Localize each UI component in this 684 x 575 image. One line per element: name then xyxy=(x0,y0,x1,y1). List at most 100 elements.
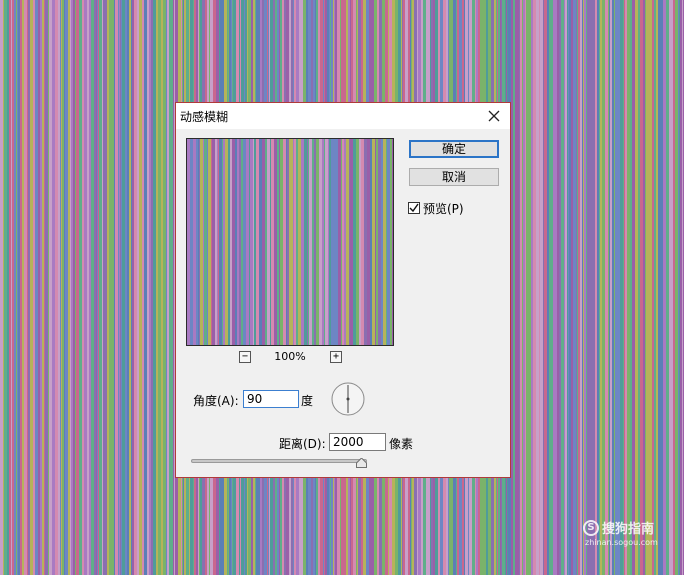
blur-stripe xyxy=(0,0,3,575)
blur-stripe xyxy=(44,0,45,575)
blur-stripe xyxy=(65,0,68,575)
blur-stripe xyxy=(64,0,65,575)
blur-stripe xyxy=(87,0,88,575)
blur-stripe xyxy=(658,0,660,575)
watermark: S 搜狗指南 zhinan.sogou.com xyxy=(583,518,658,547)
blur-stripe xyxy=(383,139,385,345)
zoom-out-button[interactable]: − xyxy=(239,351,251,363)
distance-input[interactable]: 2000 xyxy=(329,433,386,451)
blur-stripe xyxy=(679,0,680,575)
checkbox-box[interactable] xyxy=(408,202,420,214)
zoom-in-button[interactable]: + xyxy=(330,351,342,363)
blur-stripe xyxy=(27,0,28,575)
blur-stripe xyxy=(627,0,630,575)
blur-stripe xyxy=(279,139,280,345)
blur-stripe xyxy=(549,0,550,575)
blur-stripe xyxy=(316,139,319,345)
blur-stripe xyxy=(378,139,381,345)
slider-thumb-icon[interactable] xyxy=(355,458,367,468)
blur-stripe xyxy=(370,139,372,345)
blur-stripe xyxy=(335,139,338,345)
blur-stripe xyxy=(544,0,547,575)
blur-stripe xyxy=(678,0,679,575)
blur-stripe xyxy=(235,139,237,345)
blur-stripe xyxy=(580,0,582,575)
blur-stripe xyxy=(640,0,643,575)
blur-stripe xyxy=(249,139,250,345)
blur-stripe xyxy=(107,0,109,575)
blur-stripe xyxy=(103,0,105,575)
blur-stripe xyxy=(583,0,584,575)
blur-stripe xyxy=(9,0,11,575)
blur-stripe xyxy=(207,139,208,345)
blur-stripe xyxy=(14,0,16,575)
blur-stripe xyxy=(151,0,153,575)
blur-stripe xyxy=(12,0,14,575)
blur-stripe xyxy=(519,0,520,575)
blur-stripe xyxy=(144,0,147,575)
blur-stripe xyxy=(94,0,96,575)
zoom-level: 100% xyxy=(274,350,306,363)
blur-stripe xyxy=(223,139,225,345)
zoom-out-icon: − xyxy=(241,351,249,362)
blur-stripe xyxy=(137,0,139,575)
blur-stripe xyxy=(353,139,356,345)
blur-stripe xyxy=(173,0,174,575)
blur-stripe xyxy=(118,0,119,575)
ok-button[interactable]: 确定 xyxy=(409,140,499,158)
blur-stripe xyxy=(16,0,17,575)
blur-stripe xyxy=(99,0,102,575)
blur-stripe xyxy=(543,0,544,575)
blur-stripe xyxy=(262,139,265,345)
blur-stripe xyxy=(167,0,169,575)
blur-stripe xyxy=(539,0,540,575)
blur-stripe xyxy=(559,0,561,575)
blur-stripe xyxy=(304,139,307,345)
blur-stripe xyxy=(187,139,190,345)
blur-stripe xyxy=(7,0,9,575)
dialog-title: 动感模糊 xyxy=(180,110,229,124)
blur-stripe xyxy=(554,0,557,575)
blur-stripe xyxy=(682,0,683,575)
blur-stripe xyxy=(253,139,254,345)
blur-stripe xyxy=(270,139,271,345)
blur-stripe xyxy=(615,0,618,575)
preview-area[interactable] xyxy=(186,138,394,346)
blur-stripe xyxy=(212,139,215,345)
blur-stripe xyxy=(125,0,127,575)
blur-stripe xyxy=(609,0,610,575)
blur-stripe xyxy=(115,0,118,575)
blur-stripe xyxy=(526,0,528,575)
blur-stripe xyxy=(96,0,97,575)
angle-input[interactable]: 90 xyxy=(243,390,299,408)
blur-stripe xyxy=(97,0,98,575)
blur-stripe xyxy=(533,0,536,575)
blur-stripe xyxy=(381,139,383,345)
blur-stripe xyxy=(338,139,341,345)
blur-stripe xyxy=(161,0,163,575)
blur-stripe xyxy=(256,139,259,345)
close-button[interactable] xyxy=(484,106,504,126)
preview-checkbox[interactable]: 预览(P) xyxy=(408,200,464,216)
blur-stripe xyxy=(40,0,42,575)
blur-stripe xyxy=(198,139,199,345)
angle-dial-icon[interactable] xyxy=(331,382,365,416)
blur-stripe xyxy=(322,139,324,345)
blur-stripe xyxy=(147,0,149,575)
blur-stripe xyxy=(557,0,559,575)
blur-stripe xyxy=(30,0,33,575)
blur-stripe xyxy=(254,139,256,345)
cancel-button[interactable]: 取消 xyxy=(409,168,499,186)
angle-unit: 度 xyxy=(301,394,314,408)
blur-stripe xyxy=(289,139,290,345)
blur-stripe xyxy=(219,139,222,345)
blur-stripe xyxy=(33,0,35,575)
blur-stripe xyxy=(232,139,235,345)
distance-slider[interactable] xyxy=(191,455,367,469)
blur-stripe xyxy=(385,139,386,345)
blur-stripe xyxy=(171,0,173,575)
blur-stripe xyxy=(24,0,27,575)
blur-stripe xyxy=(324,139,325,345)
blur-stripe xyxy=(314,139,316,345)
blur-stripe xyxy=(45,0,48,575)
